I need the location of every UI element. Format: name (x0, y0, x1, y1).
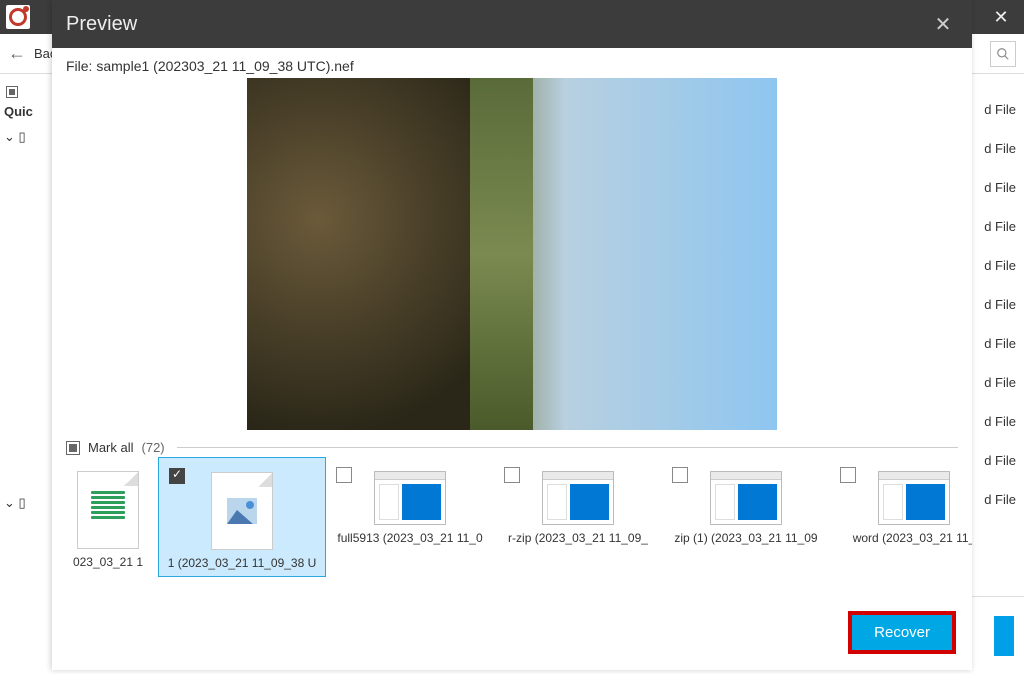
thumb-checkbox[interactable] (504, 467, 520, 483)
app-file-icon (542, 471, 614, 525)
thumb-filename: 023_03_21 1 (60, 555, 156, 569)
mark-all-label: Mark all (88, 440, 134, 455)
thumbnail-item[interactable]: word (2023_03_21 11_ (830, 457, 972, 577)
search-button[interactable] (990, 41, 1016, 67)
preview-image-area (52, 78, 972, 430)
thumbnail-item[interactable]: 023_03_21 1 (58, 457, 158, 577)
file-name-label: File: sample1 (202303_21 11_09_38 UTC).n… (52, 48, 972, 78)
thumb-checkbox[interactable] (169, 468, 185, 484)
thumb-filename: word (2023_03_21 11_ (832, 531, 972, 545)
app-file-icon (710, 471, 782, 525)
divider (177, 447, 958, 448)
modal-footer: Recover (52, 591, 972, 670)
thumbnail-item[interactable]: 1 (2023_03_21 11_09_38 U (158, 457, 326, 577)
bg-action-button[interactable] (994, 616, 1014, 656)
quick-label: Quic (4, 104, 48, 119)
thumb-filename: 1 (2023_03_21 11_09_38 U (161, 556, 323, 570)
chevron-down-icon[interactable]: ⌄ ▯ (4, 129, 48, 145)
thumb-checkbox[interactable] (336, 467, 352, 483)
file-icon (77, 471, 139, 549)
file-prefix: File: (66, 58, 96, 74)
thumb-filename: r-zip (2023_03_21 11_09_ (496, 531, 660, 545)
bg-close-button[interactable]: ✕ (978, 0, 1024, 34)
thumb-filename: zip (1) (2023_03_21 11_09 (664, 531, 828, 545)
chevron-down-icon[interactable]: ⌄ ▯ (4, 495, 48, 511)
thumb-checkbox[interactable] (672, 467, 688, 483)
preview-image (247, 78, 777, 430)
bg-sidebar: Quic ⌄ ▯ ⌄ ▯ (0, 74, 52, 674)
back-arrow-icon[interactable]: ← (8, 43, 26, 64)
preview-modal: Preview ✕ File: sample1 (202303_21 11_09… (52, 0, 972, 670)
modal-close-button[interactable]: ✕ (928, 12, 958, 37)
modal-titlebar: Preview ✕ (52, 0, 972, 48)
search-icon (996, 47, 1010, 61)
recover-button[interactable]: Recover (848, 611, 956, 654)
app-file-icon (374, 471, 446, 525)
modal-title: Preview (66, 13, 137, 36)
file-name-value: sample1 (202303_21 11_09_38 UTC).nef (96, 58, 353, 74)
image-file-icon (211, 472, 273, 550)
thumb-filename: full5913 (2023_03_21 11_0 (328, 531, 492, 545)
thumbnail-item[interactable]: zip (1) (2023_03_21 11_09 (662, 457, 830, 577)
thumbnails-strip: 023_03_21 1 1 (2023_03_21 11_09_38 U full5… (52, 457, 972, 577)
thumb-checkbox[interactable] (840, 467, 856, 483)
app-logo-icon (6, 5, 30, 29)
thumbnail-item[interactable]: r-zip (2023_03_21 11_09_ (494, 457, 662, 577)
thumbnail-item[interactable]: full5913 (2023_03_21 11_0 (326, 457, 494, 577)
mark-count: (72) (142, 440, 165, 455)
app-file-icon (878, 471, 950, 525)
mark-all-checkbox[interactable] (66, 441, 80, 455)
mark-all-row: Mark all (72) (52, 436, 972, 457)
